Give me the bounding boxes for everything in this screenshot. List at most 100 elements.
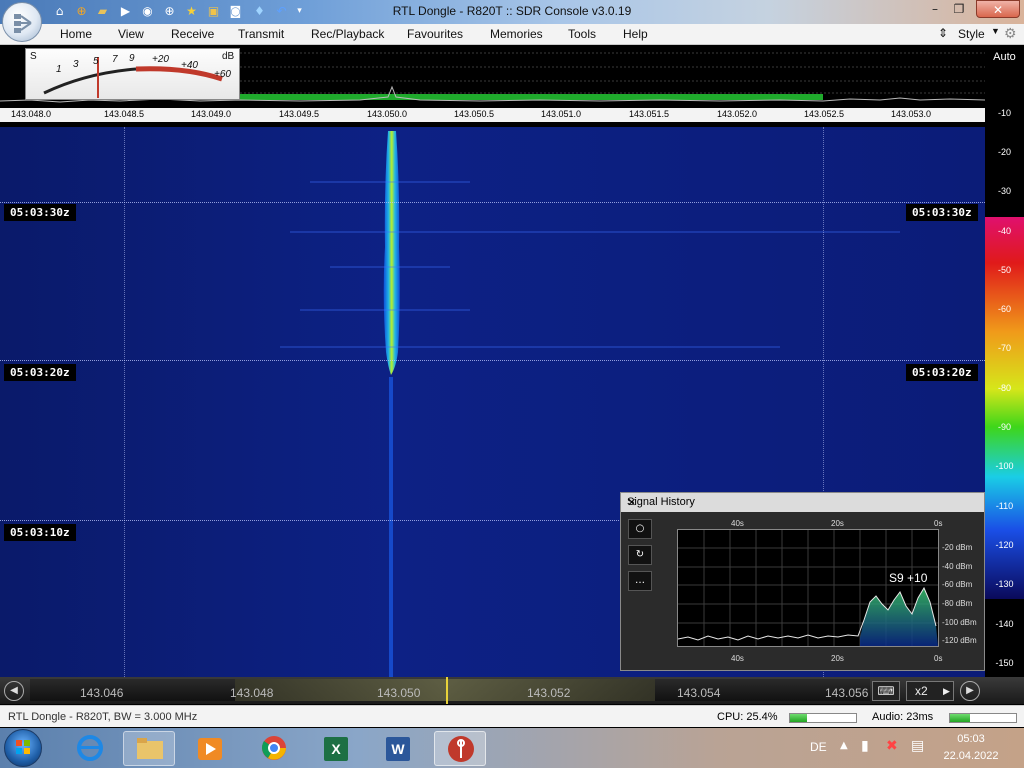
menu-bar: Home View Receive Transmit Rec/Playback … <box>0 24 1024 45</box>
close-icon[interactable]: ✕ <box>627 496 636 509</box>
word-icon[interactable]: W <box>372 731 424 766</box>
s-meter-s-label: S <box>30 51 37 62</box>
signal-history-title-bar[interactable]: Signal History ✕ <box>621 493 984 512</box>
visible-range[interactable] <box>235 679 655 701</box>
signal-history-trace <box>677 530 938 646</box>
restore-button[interactable]: ❐ <box>946 0 972 18</box>
menu-memories[interactable]: Memories <box>490 27 543 41</box>
media-player-icon[interactable] <box>184 731 236 766</box>
s-meter-tick: 5 <box>93 56 99 67</box>
device-status: RTL Dongle - R820T, BW = 3.000 MHz <box>8 711 198 723</box>
db-label: -120 <box>995 540 1014 550</box>
excel-icon[interactable]: X <box>310 731 362 766</box>
internet-explorer-icon[interactable] <box>64 731 116 766</box>
menu-home[interactable]: Home <box>60 27 92 41</box>
menu-help[interactable]: Help <box>623 27 648 41</box>
time-label-top: 40s <box>731 519 744 528</box>
nav-freq: 143.054 <box>677 686 721 700</box>
clock-time[interactable]: 05:03 <box>943 733 999 745</box>
time-label-top: 20s <box>831 519 844 528</box>
s-meter: S dB 1 3 5 7 9 +20 +40 +60 <box>25 48 240 100</box>
timestamp-left: 05:03:10z <box>4 524 76 541</box>
cpu-bar-fill <box>790 714 807 722</box>
freq-tick: 143.048.0 <box>10 109 52 119</box>
timestamp-left: 05:03:30z <box>4 204 76 221</box>
s-meter-tick: +60 <box>214 69 231 80</box>
action-center-icon[interactable]: ▤ <box>911 738 924 754</box>
menu-receive[interactable]: Receive <box>171 27 214 41</box>
svg-text:W: W <box>391 741 405 757</box>
auto-scale-button[interactable]: Auto <box>985 51 1024 63</box>
audio-latency: Audio: 23ms <box>872 711 934 723</box>
language-indicator[interactable]: DE <box>810 740 827 754</box>
time-label-bottom: 0s <box>934 654 943 663</box>
db-label: -10 <box>997 108 1011 118</box>
gear-icon[interactable]: ⚙ <box>1004 25 1017 42</box>
scroll-right-icon[interactable]: ▶ <box>960 681 980 701</box>
menu-rec-playback[interactable]: Rec/Playback <box>311 27 384 41</box>
clock-date[interactable]: 22.04.2022 <box>943 750 999 762</box>
menu-tools[interactable]: Tools <box>568 27 596 41</box>
frequency-navigator[interactable]: ◀ 143.046 143.048 143.050 143.052 143.05… <box>0 677 1024 704</box>
freq-tick: 143.053.0 <box>890 109 932 119</box>
db-label: -150 <box>995 658 1014 668</box>
style-menu[interactable]: Style <box>958 27 985 41</box>
dbm-label: -60 dBm <box>942 580 973 589</box>
freq-tick: 143.049.0 <box>190 109 232 119</box>
dbm-label: -80 dBm <box>942 599 973 608</box>
db-label: -130 <box>995 579 1014 589</box>
s-meter-tick: +20 <box>152 54 169 65</box>
dbm-label: -40 dBm <box>942 562 973 571</box>
tray-expand-icon[interactable]: ▲ <box>840 740 848 751</box>
signal-history-title: Signal History <box>627 496 695 508</box>
sdr-console-icon[interactable] <box>434 731 486 766</box>
nav-freq: 143.050 <box>377 686 421 700</box>
s-meter-db-label: dB <box>222 51 235 62</box>
style-switch-icon[interactable]: ⇕ <box>938 26 948 40</box>
nav-freq: 143.052 <box>527 686 571 700</box>
sdr-console-window: ⌂ ⊕ ▰ ▶ ◉ ⊕ ★ ▣ ◙ ♦ ↶ ▾ RTL Dongle - R82… <box>0 0 1024 768</box>
taskbar: X W DE ▲ ▮ ✖ ▤ 05:03 22.04.2022 <box>0 728 1024 768</box>
cpu-bar <box>789 713 857 723</box>
tuned-marker[interactable] <box>446 677 448 704</box>
s-meter-tick: 1 <box>56 64 62 75</box>
refresh-icon[interactable]: ↻ <box>628 545 652 565</box>
db-label: -140 <box>995 619 1014 629</box>
close-button[interactable]: ✕ <box>976 0 1020 18</box>
windows-logo-icon <box>16 740 30 754</box>
frequency-scale[interactable]: 143.048.0 143.048.5 143.049.0 143.049.5 … <box>0 108 985 122</box>
s-meter-tick: 3 <box>73 59 79 70</box>
freq-tick: 143.051.5 <box>628 109 670 119</box>
dbm-label: -100 dBm <box>942 618 977 627</box>
start-button[interactable] <box>4 729 42 767</box>
db-label: -30 <box>997 186 1011 196</box>
network-icon[interactable]: ✖ <box>886 738 898 754</box>
tray-device-icon[interactable]: ▮ <box>861 738 869 754</box>
minimize-button[interactable]: – <box>922 0 948 18</box>
menu-view[interactable]: View <box>118 27 144 41</box>
menu-transmit[interactable]: Transmit <box>238 27 284 41</box>
file-explorer-icon[interactable] <box>123 731 175 766</box>
dbm-label: -120 dBm <box>942 636 977 645</box>
freq-tick: 143.052.5 <box>803 109 845 119</box>
app-logo-icon <box>14 14 32 33</box>
db-color-bar <box>985 217 1024 599</box>
menu-favourites[interactable]: Favourites <box>407 27 463 41</box>
keyboard-icon[interactable]: ⌨ <box>872 681 900 701</box>
db-label: -110 <box>995 501 1014 511</box>
db-label: -60 <box>997 304 1011 314</box>
nav-freq: 143.056 <box>825 686 869 700</box>
signal-history-plot <box>677 529 939 647</box>
timestamp-left: 05:03:20z <box>4 364 76 381</box>
db-scale[interactable]: Auto -10 -20 -30 -40 -50 -60 -70 -80 -90… <box>985 45 1024 677</box>
db-label: -80 <box>997 383 1011 393</box>
more-icon[interactable]: … <box>628 571 652 591</box>
chrome-icon[interactable] <box>248 731 300 766</box>
zoom-selector[interactable]: x2 ▶ <box>906 681 954 701</box>
style-dropdown-icon[interactable]: ▼ <box>991 26 1000 36</box>
scroll-left-icon[interactable]: ◀ <box>4 681 24 701</box>
signal-reading: S9 +10 <box>889 571 928 585</box>
app-menu-button[interactable] <box>2 2 42 42</box>
circle-icon[interactable]: ○ <box>628 519 652 539</box>
audio-bar <box>949 713 1017 723</box>
